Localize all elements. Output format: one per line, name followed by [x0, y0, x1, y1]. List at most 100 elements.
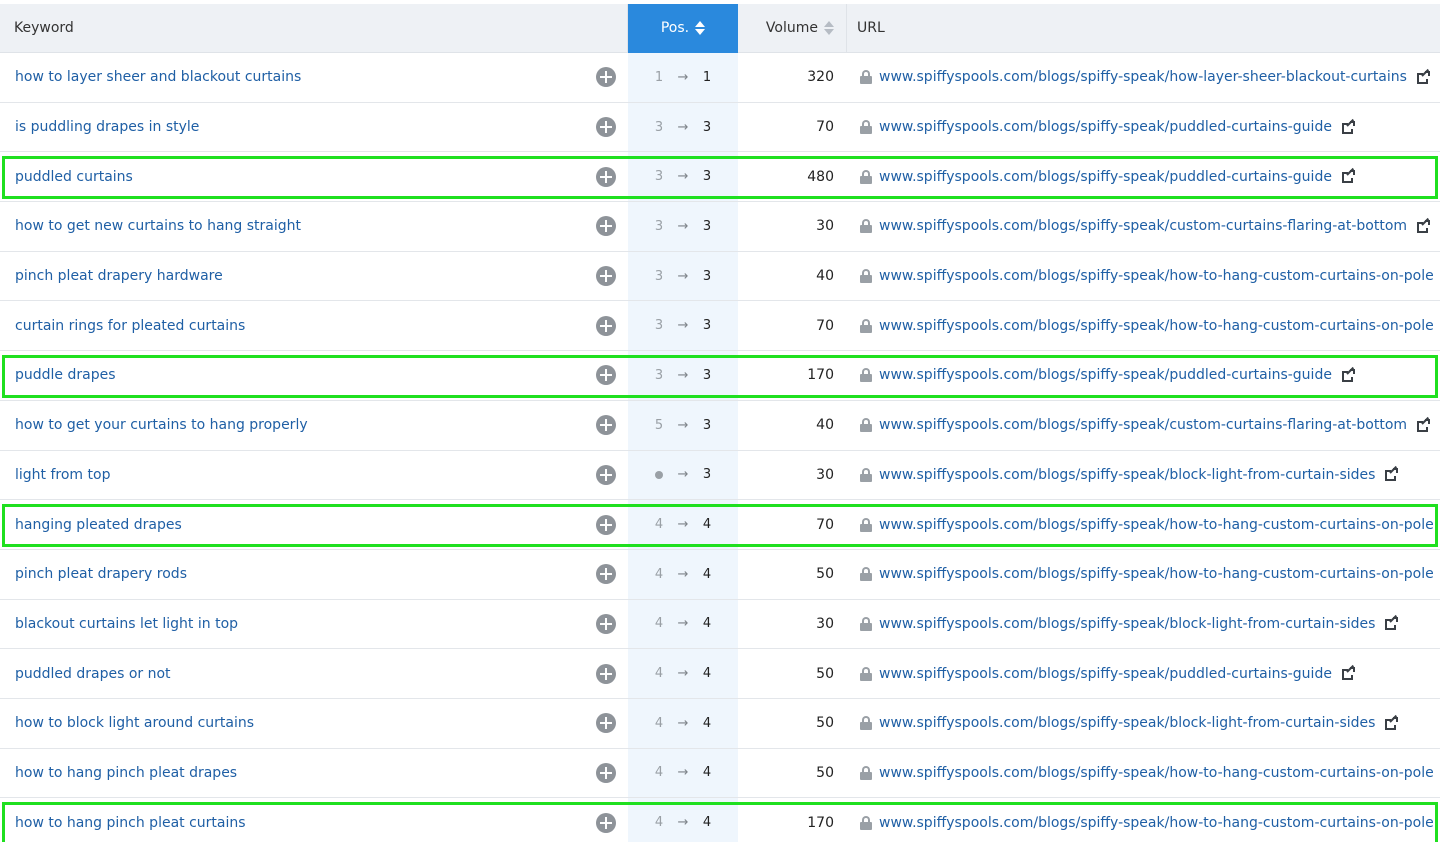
keyword-link[interactable]: how to block light around curtains	[15, 699, 254, 748]
add-keyword-icon[interactable]	[596, 266, 616, 287]
volume-cell: 40	[816, 417, 834, 434]
url-link[interactable]: www.spiffyspools.com/blogs/spiffy-speak/…	[879, 666, 1332, 682]
arrow-right-icon: →	[677, 517, 689, 533]
url-link[interactable]: www.spiffyspools.com/blogs/spiffy-speak/…	[879, 69, 1407, 85]
current-position: 4	[702, 715, 712, 731]
keyword-link[interactable]: is puddling drapes in style	[15, 103, 199, 152]
column-header-url[interactable]: URL	[857, 4, 885, 53]
column-header-volume[interactable]: Volume	[740, 4, 846, 53]
external-link-icon[interactable]	[1385, 466, 1399, 482]
arrow-right-icon: →	[677, 666, 689, 682]
external-link-icon[interactable]	[1416, 68, 1430, 84]
external-link-icon[interactable]	[1385, 615, 1399, 631]
add-keyword-icon[interactable]	[596, 415, 616, 436]
sort-icon[interactable]	[824, 20, 834, 36]
url-link[interactable]: www.spiffyspools.com/blogs/spiffy-speak/…	[879, 616, 1375, 632]
url-cell: www.spiffyspools.com/blogs/spiffy-speak/…	[879, 202, 1431, 251]
column-header-position[interactable]: Pos.	[628, 4, 738, 53]
add-keyword-icon[interactable]	[596, 713, 616, 734]
current-position: 4	[702, 666, 712, 682]
keyword-link[interactable]: hanging pleated drapes	[15, 500, 182, 549]
add-keyword-icon[interactable]	[596, 166, 616, 187]
external-link-icon[interactable]	[1341, 168, 1355, 184]
previous-position: 4	[654, 517, 664, 533]
position-cell: 5 → 3	[628, 401, 738, 450]
keyword-link[interactable]: light from top	[15, 451, 110, 500]
add-keyword-icon[interactable]	[596, 365, 616, 386]
table-row: pinch pleat drapery hardware 3 → 3 40 www.spi…	[0, 252, 1440, 302]
add-keyword-icon[interactable]	[596, 464, 616, 485]
keyword-link[interactable]: puddled drapes or not	[15, 649, 171, 698]
keyword-link[interactable]: how to get new curtains to hang straight	[15, 202, 301, 251]
add-keyword-icon[interactable]	[596, 663, 616, 684]
current-position: 4	[702, 517, 712, 533]
external-link-icon[interactable]	[1341, 366, 1355, 382]
add-keyword-icon[interactable]	[596, 216, 616, 237]
volume-cell: 50	[816, 764, 834, 781]
lock-icon	[860, 517, 872, 532]
add-keyword-icon[interactable]	[596, 315, 616, 336]
keyword-link[interactable]: puddle drapes	[15, 351, 116, 400]
current-position: 3	[702, 268, 712, 284]
volume-cell: 170	[807, 814, 834, 831]
url-cell: www.spiffyspools.com/blogs/spiffy-speak/…	[879, 500, 1440, 549]
url-link[interactable]: www.spiffyspools.com/blogs/spiffy-speak/…	[879, 218, 1407, 234]
url-link[interactable]: www.spiffyspools.com/blogs/spiffy-speak/…	[879, 467, 1375, 483]
add-keyword-icon[interactable]	[596, 812, 616, 833]
keyword-link[interactable]: puddled curtains	[15, 152, 133, 201]
lock-icon	[860, 716, 872, 731]
keyword-link[interactable]: blackout curtains let light in top	[15, 600, 238, 649]
external-link-icon[interactable]	[1341, 118, 1355, 134]
keyword-link[interactable]: curtain rings for pleated curtains	[15, 301, 245, 350]
url-link[interactable]: www.spiffyspools.com/blogs/spiffy-speak/…	[879, 318, 1434, 334]
keyword-link[interactable]: how to hang pinch pleat drapes	[15, 749, 237, 798]
table-row: how to block light around curtains 4 → 4 50 w…	[0, 699, 1440, 749]
url-link[interactable]: www.spiffyspools.com/blogs/spiffy-speak/…	[879, 119, 1332, 135]
url-link[interactable]: www.spiffyspools.com/blogs/spiffy-speak/…	[879, 566, 1434, 582]
url-link[interactable]: www.spiffyspools.com/blogs/spiffy-speak/…	[879, 417, 1407, 433]
volume-cell: 30	[816, 466, 834, 483]
url-link[interactable]: www.spiffyspools.com/blogs/spiffy-speak/…	[879, 715, 1375, 731]
keyword-link[interactable]: how to get your curtains to hang properl…	[15, 401, 308, 450]
current-position: 3	[702, 119, 712, 135]
url-link[interactable]: www.spiffyspools.com/blogs/spiffy-speak/…	[879, 169, 1332, 185]
keyword-link[interactable]: how to hang pinch pleat curtains	[15, 798, 246, 842]
url-link[interactable]: www.spiffyspools.com/blogs/spiffy-speak/…	[879, 268, 1434, 284]
current-position: 3	[702, 467, 712, 483]
external-link-icon[interactable]	[1385, 714, 1399, 730]
keyword-link[interactable]: how to layer sheer and blackout curtains	[15, 53, 301, 102]
external-link-icon[interactable]	[1417, 416, 1431, 432]
add-keyword-icon[interactable]	[596, 762, 616, 783]
add-keyword-icon[interactable]	[596, 67, 616, 88]
column-header-keyword[interactable]: Keyword	[14, 4, 74, 53]
external-link-icon[interactable]	[1417, 217, 1431, 233]
table-row: blackout curtains let light in top 4 → 4 30 w…	[0, 600, 1440, 650]
url-link[interactable]: www.spiffyspools.com/blogs/spiffy-speak/…	[879, 367, 1332, 383]
add-keyword-icon[interactable]	[596, 613, 616, 634]
url-cell: www.spiffyspools.com/blogs/spiffy-speak/…	[879, 649, 1355, 698]
previous-position: 4	[654, 715, 664, 731]
url-cell: www.spiffyspools.com/blogs/spiffy-speak/…	[879, 749, 1440, 798]
add-keyword-icon[interactable]	[596, 117, 616, 138]
keyword-link[interactable]: pinch pleat drapery rods	[15, 550, 187, 599]
add-keyword-icon[interactable]	[596, 514, 616, 535]
url-cell: www.spiffyspools.com/blogs/spiffy-speak/…	[879, 301, 1440, 350]
volume-cell: 480	[807, 168, 834, 185]
lock-icon	[860, 418, 872, 433]
previous-position: 4	[654, 616, 664, 632]
arrow-right-icon: →	[677, 566, 689, 582]
sort-icon[interactable]	[695, 20, 706, 36]
url-link[interactable]: www.spiffyspools.com/blogs/spiffy-speak/…	[879, 765, 1434, 781]
keyword-link[interactable]: pinch pleat drapery hardware	[15, 252, 223, 301]
column-divider	[846, 4, 847, 53]
external-link-icon[interactable]	[1341, 665, 1355, 681]
table-row: how to layer sheer and blackout curtains…	[0, 53, 1440, 103]
add-keyword-icon[interactable]	[596, 564, 616, 585]
previous-position: 4	[654, 566, 664, 582]
url-cell: www.spiffyspools.com/blogs/spiffy-speak/…	[879, 152, 1355, 201]
url-link[interactable]: www.spiffyspools.com/blogs/spiffy-speak/…	[879, 815, 1434, 831]
url-link[interactable]: www.spiffyspools.com/blogs/spiffy-speak/…	[879, 517, 1434, 533]
previous-position: 5	[654, 417, 664, 433]
current-position: 3	[702, 318, 712, 334]
table-row: light from top → 3 30 www.spiffyspools.com/b…	[0, 451, 1440, 501]
